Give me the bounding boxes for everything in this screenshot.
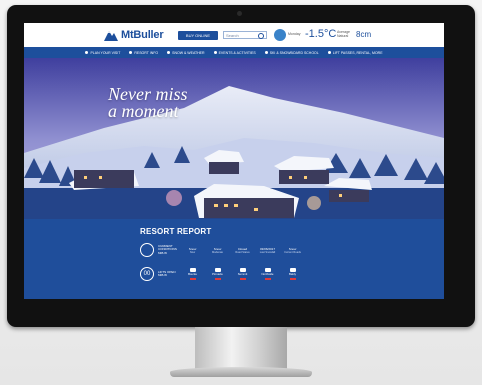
nav-lift-passes[interactable]: LIFT PASSES, RENTAL, MORE bbox=[327, 50, 383, 55]
map-icon bbox=[85, 51, 89, 54]
lift-status[interactable]: Baldy bbox=[280, 268, 305, 280]
ticket-icon bbox=[327, 51, 331, 54]
main-navigation: PLAN YOUR VISIT RESORT INFO SNOW & WEATH… bbox=[24, 47, 444, 58]
lift-name: Northside bbox=[261, 272, 274, 277]
lift-status[interactable]: Bourke bbox=[180, 268, 205, 280]
resort-report-section: RESORT REPORT CURRENT CONDITIONS MtB.W S… bbox=[24, 219, 444, 299]
stat-sub: Now bbox=[189, 250, 196, 254]
condition-stat[interactable]: Snow Now bbox=[180, 247, 205, 254]
search-icon[interactable] bbox=[258, 33, 264, 39]
snowflake-icon bbox=[167, 51, 171, 54]
ski-icon bbox=[264, 51, 268, 54]
stat-sub: Current Roads bbox=[284, 250, 301, 254]
snow-depth-value[interactable]: 8cm bbox=[356, 30, 371, 39]
lift-name: Summit bbox=[237, 272, 248, 277]
conditions-icon bbox=[140, 243, 154, 257]
condition-stat[interactable]: 03/06/2017 Last Snowfall bbox=[255, 247, 280, 254]
lifts-row: 00 LIFTS OPEN MtB.W Bourke Pinnacle Summ… bbox=[140, 267, 340, 281]
lift-name: Pinnacle bbox=[212, 272, 223, 277]
lift-closed-indicator bbox=[214, 277, 221, 280]
search-placeholder: Search bbox=[226, 33, 239, 38]
temperature-value[interactable]: -1.5°C bbox=[305, 28, 336, 40]
hero-title: Never miss a moment bbox=[108, 85, 188, 121]
lift-closed-indicator bbox=[264, 277, 271, 280]
nav-label: RESORT INFO bbox=[134, 50, 159, 55]
nav-label: SNOW & WEATHER bbox=[172, 50, 205, 55]
hero-title-line2: a moment bbox=[108, 101, 179, 121]
lift-status[interactable]: Summit bbox=[230, 268, 255, 280]
weather-icon bbox=[274, 29, 286, 41]
lifts-sub-text: MtB.W bbox=[158, 273, 167, 277]
conditions-row: CURRENT CONDITIONS MtB.W Snow Now Snow Mod… bbox=[140, 243, 340, 257]
hero-village-image bbox=[24, 58, 444, 219]
mountain-logo-icon bbox=[104, 29, 118, 41]
nav-ski-school[interactable]: SKI & SNOWBOARD SCHOOL bbox=[264, 50, 319, 55]
nav-label: PLAN YOUR VISIT bbox=[90, 50, 121, 55]
lift-name: Bourke bbox=[188, 272, 197, 277]
nav-snow-weather[interactable]: SNOW & WEATHER bbox=[167, 50, 205, 55]
stat-sub: Road Status bbox=[235, 250, 250, 254]
site-header: MtBuller BUY ONLINE Search Monday -1.5°C… bbox=[24, 23, 444, 47]
condition-stat[interactable]: Snow Current Roads bbox=[280, 247, 305, 254]
nav-label: EVENTS & ACTIVITIES bbox=[218, 50, 256, 55]
nav-label: SKI & SNOWBOARD SCHOOL bbox=[269, 50, 319, 55]
logo-text: MtBuller bbox=[121, 29, 164, 41]
site-logo[interactable]: MtBuller bbox=[104, 28, 164, 42]
monitor-stand bbox=[195, 327, 287, 371]
webcam bbox=[237, 11, 242, 16]
lift-closed-indicator bbox=[189, 277, 196, 280]
monitor-stand-base bbox=[170, 367, 312, 377]
hero-banner[interactable]: Never miss a moment bbox=[24, 58, 444, 219]
lift-closed-indicator bbox=[239, 277, 246, 280]
nav-label: LIFT PASSES, RENTAL, MORE bbox=[332, 50, 383, 55]
calendar-icon bbox=[213, 51, 217, 54]
conditions-sub-text: MtB.W bbox=[158, 250, 167, 255]
lifts-count-icon: 00 bbox=[140, 267, 154, 281]
buy-online-button[interactable]: BUY ONLINE bbox=[178, 31, 218, 40]
lift-name: Baldy bbox=[289, 272, 296, 277]
stat-sub: Last Snowfall bbox=[259, 250, 276, 254]
info-icon bbox=[129, 51, 133, 54]
screen: MtBuller BUY ONLINE Search Monday -1.5°C… bbox=[24, 23, 444, 299]
snow-average-label: Average Natural bbox=[337, 30, 350, 38]
weather-day-label: Monday bbox=[288, 32, 301, 36]
lift-closed-indicator bbox=[289, 277, 296, 280]
nav-events-activities[interactable]: EVENTS & ACTIVITIES bbox=[213, 50, 256, 55]
lift-status[interactable]: Pinnacle bbox=[205, 268, 230, 280]
conditions-label: CURRENT CONDITIONS MtB.W bbox=[158, 244, 180, 256]
search-input[interactable]: Search bbox=[223, 31, 267, 39]
lift-status[interactable]: Northside bbox=[255, 268, 280, 280]
stat-sub: Moderate bbox=[212, 250, 223, 254]
condition-stat[interactable]: Closed Road Status bbox=[230, 247, 255, 254]
condition-stat[interactable]: Snow Moderate bbox=[205, 247, 230, 254]
nav-plan-your-visit[interactable]: PLAN YOUR VISIT bbox=[85, 51, 120, 55]
nav-resort-info[interactable]: RESORT INFO bbox=[129, 51, 158, 55]
lifts-label: LIFTS OPEN MtB.W bbox=[158, 270, 180, 278]
resort-report-title: RESORT REPORT bbox=[140, 227, 212, 236]
